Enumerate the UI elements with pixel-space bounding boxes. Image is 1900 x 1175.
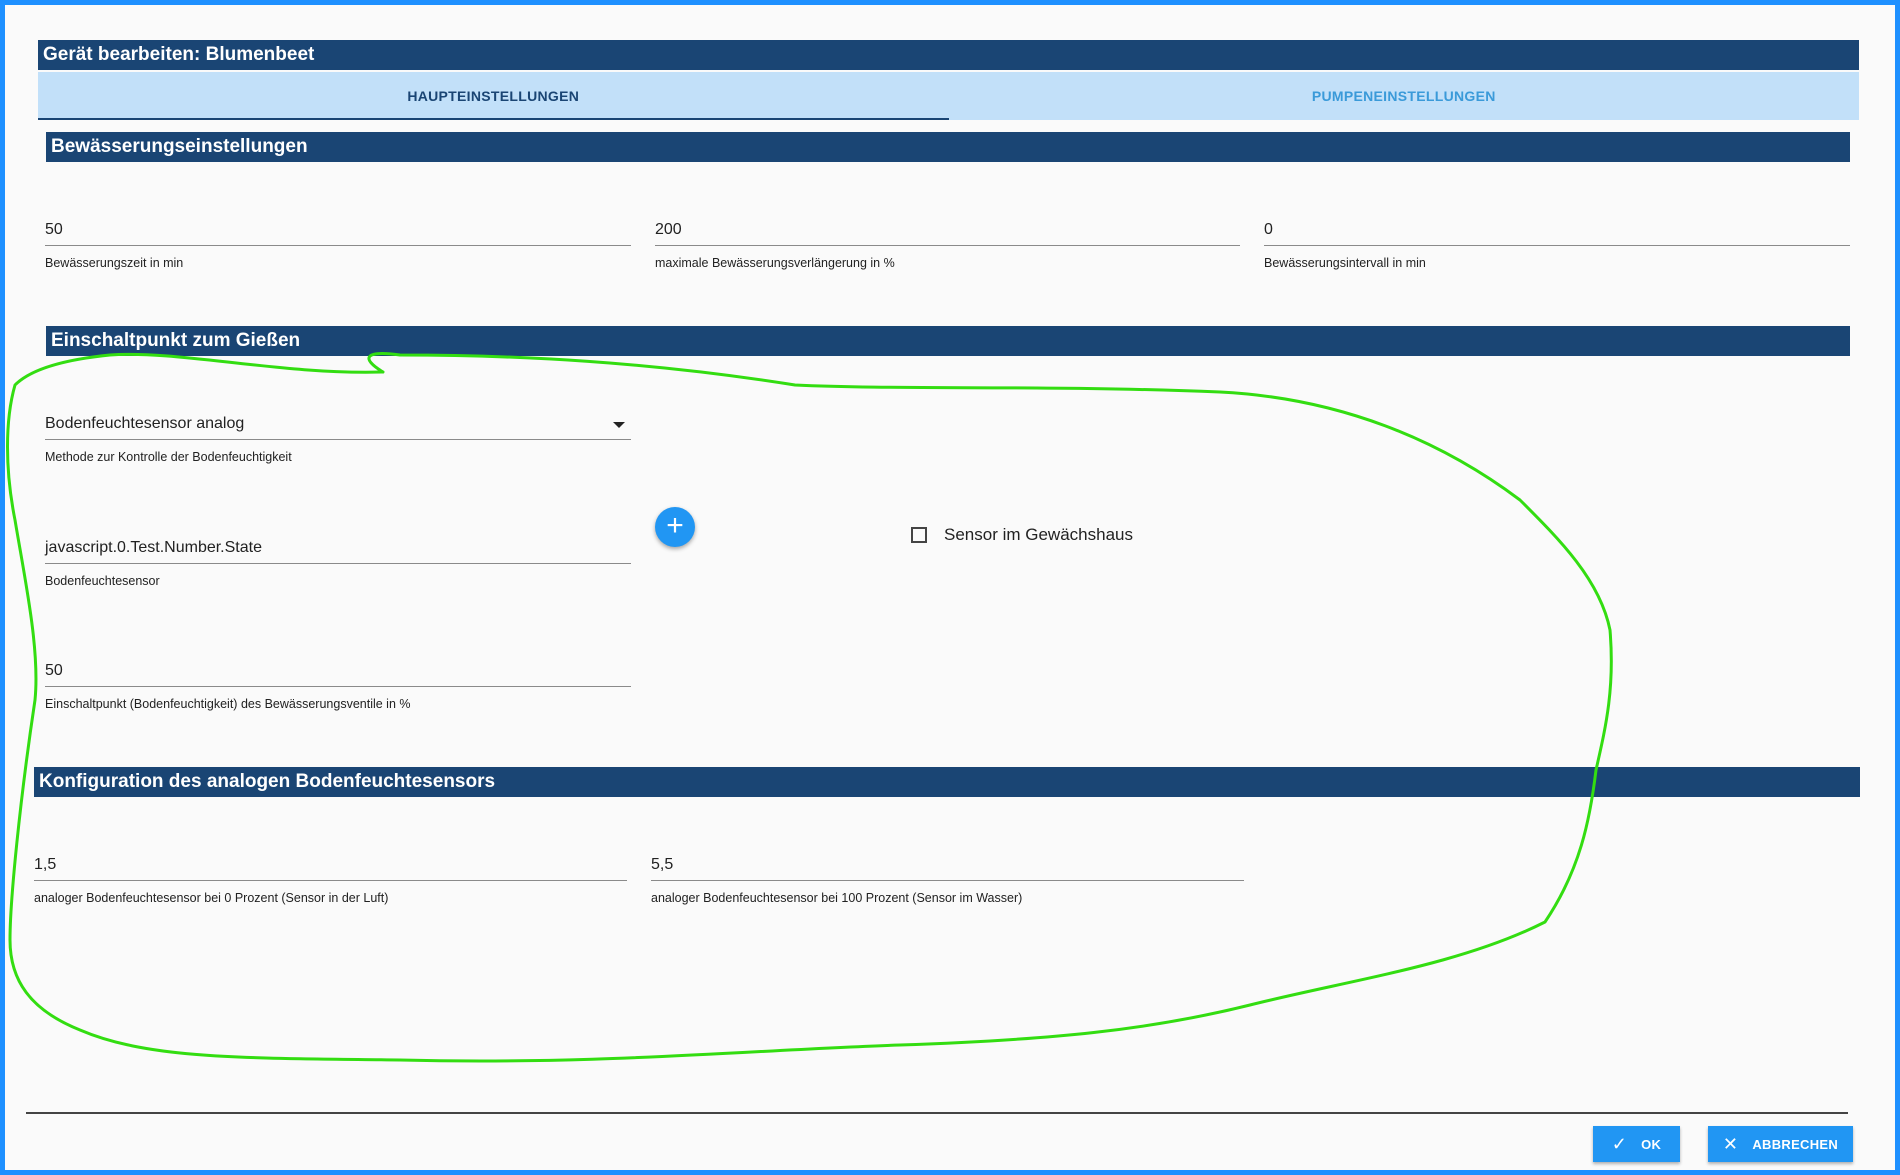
plus-icon: + xyxy=(666,509,684,542)
analog-zero-field: 1,5 analoger Bodenfeuchtesensor bei 0 Pr… xyxy=(34,850,627,905)
close-icon: ✕ xyxy=(1722,1133,1739,1154)
irrigation-time-field: 50 Bewässerungszeit in min xyxy=(45,215,631,270)
threshold-field: 50 Einschaltpunkt (Bodenfeuchtigkeit) de… xyxy=(45,656,631,711)
soil-sensor-label: Bodenfeuchtesensor xyxy=(45,574,160,588)
chevron-down-icon[interactable] xyxy=(613,422,625,428)
footer-divider xyxy=(26,1112,1848,1114)
max-extension-field: 200 maximale Bewässerungsverlängerung in… xyxy=(655,215,1240,270)
cancel-button[interactable]: ✕ ABBRECHEN xyxy=(1708,1126,1853,1162)
analog-zero-label: analoger Bodenfeuchtesensor bei 0 Prozen… xyxy=(34,891,389,905)
tab-pump-settings[interactable]: PUMPENEINSTELLUNGEN xyxy=(949,72,1860,120)
soil-sensor-input[interactable]: javascript.0.Test.Number.State xyxy=(45,533,631,564)
greenhouse-checkbox[interactable] xyxy=(911,527,927,543)
dialog-title: Gerät bearbeiten: Blumenbeet xyxy=(38,40,1859,70)
analog-hundred-input[interactable]: 5,5 xyxy=(651,850,1244,881)
method-select-field: Bodenfeuchtesensor analog Methode zur Ko… xyxy=(45,409,631,464)
irrigation-section-header: Bewässerungseinstellungen xyxy=(46,132,1850,162)
cancel-button-label: ABBRECHEN xyxy=(1752,1136,1839,1152)
irrigation-time-label: Bewässerungszeit in min xyxy=(45,256,184,270)
method-select-label: Methode zur Kontrolle der Bodenfeuchtigk… xyxy=(45,450,292,464)
threshold-label: Einschaltpunkt (Bodenfeuchtigkeit) des B… xyxy=(45,697,411,711)
irrigation-interval-input[interactable]: 0 xyxy=(1264,215,1850,246)
tab-main-settings[interactable]: HAUPTEINSTELLUNGEN xyxy=(38,72,949,120)
irrigation-interval-label: Bewässerungsintervall in min xyxy=(1264,256,1426,270)
soil-sensor-field: javascript.0.Test.Number.State Bodenfeuc… xyxy=(45,533,631,588)
threshold-input[interactable]: 50 xyxy=(45,656,631,687)
max-extension-input[interactable]: 200 xyxy=(655,215,1240,246)
tab-bar: HAUPTEINSTELLUNGEN PUMPENEINSTELLUNGEN xyxy=(38,72,1859,120)
trigger-section-header: Einschaltpunkt zum Gießen xyxy=(46,326,1850,356)
greenhouse-checkbox-label: Sensor im Gewächshaus xyxy=(944,525,1133,544)
check-icon: ✓ xyxy=(1611,1133,1628,1154)
max-extension-label: maximale Bewässerungsverlängerung in % xyxy=(655,256,895,270)
analog-hundred-label: analoger Bodenfeuchtesensor bei 100 Proz… xyxy=(651,891,1023,905)
analog-zero-input[interactable]: 1,5 xyxy=(34,850,627,881)
irrigation-time-input[interactable]: 50 xyxy=(45,215,631,246)
add-sensor-button[interactable]: + xyxy=(655,507,695,547)
method-select-value: Bodenfeuchtesensor analog xyxy=(45,415,245,432)
ok-button-label: OK xyxy=(1641,1136,1662,1152)
analog-hundred-field: 5,5 analoger Bodenfeuchtesensor bei 100 … xyxy=(651,850,1244,905)
greenhouse-checkbox-row[interactable]: Sensor im Gewächshaus xyxy=(911,524,1133,546)
irrigation-interval-field: 0 Bewässerungsintervall in min xyxy=(1264,215,1850,270)
ok-button[interactable]: ✓ OK xyxy=(1593,1126,1680,1162)
method-select[interactable]: Bodenfeuchtesensor analog xyxy=(45,409,631,440)
analog-config-section-header: Konfiguration des analogen Bodenfeuchtes… xyxy=(34,767,1860,797)
